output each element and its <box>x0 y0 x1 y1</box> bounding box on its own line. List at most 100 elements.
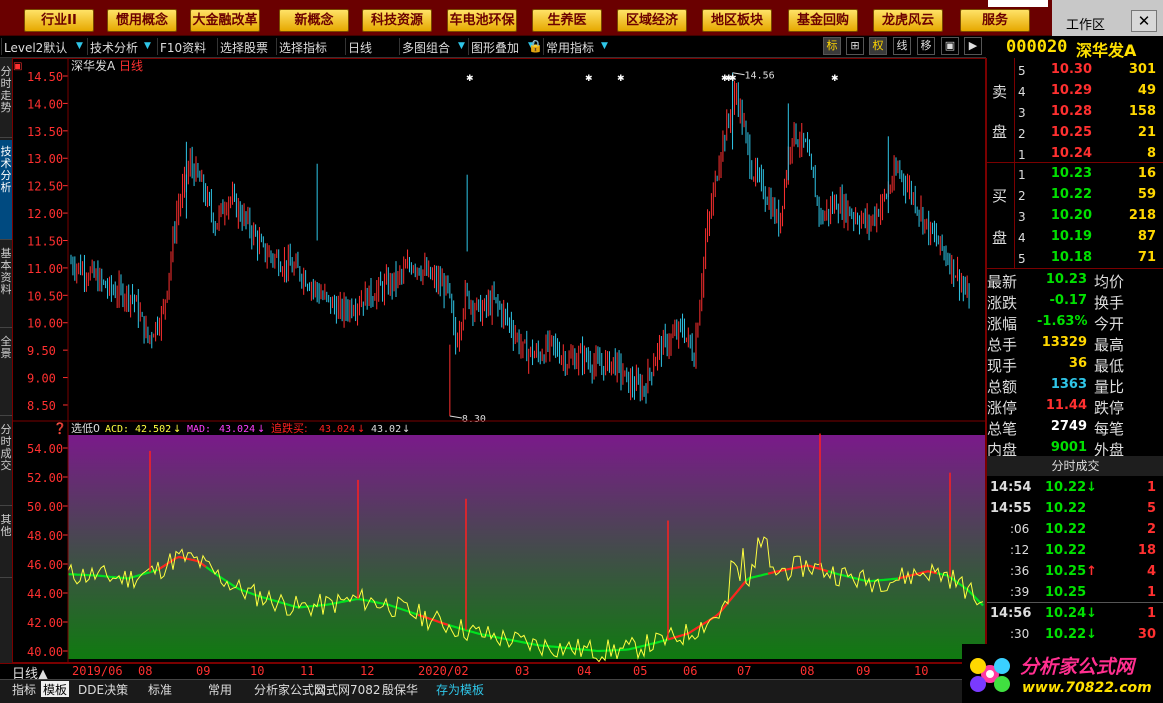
tick-volume: 1 <box>1146 480 1156 495</box>
event-marker-icon: ✱ <box>831 74 839 84</box>
sector-button-6[interactable]: 生养医 <box>532 9 602 32</box>
arrow-down-icon: ↓ <box>1086 627 1098 642</box>
lock-icon[interactable]: 🔒 <box>528 39 543 53</box>
sector-button-3[interactable]: 新概念 <box>279 9 349 32</box>
toolbar-item-0[interactable]: Level2默认 <box>4 39 67 56</box>
level-price: 10.19 <box>1050 229 1092 244</box>
toolbar-separator <box>399 38 400 55</box>
sector-button-10[interactable]: 龙虎风云 <box>873 9 943 32</box>
bottom-tab-0[interactable]: 指标 <box>12 681 36 697</box>
sector-button-0[interactable]: 行业II <box>24 9 94 32</box>
date-tick-label: 08 <box>138 664 153 678</box>
bottom-tab-8[interactable]: 存为模板 <box>436 681 484 697</box>
tick-volume: 18 <box>1137 543 1156 558</box>
toolbar-item-2[interactable]: F10资料 <box>160 39 206 56</box>
toolbar-tool-4[interactable]: 移 <box>917 37 935 55</box>
level-price: 10.18 <box>1050 250 1092 265</box>
indicator-help-icon[interactable]: ❓ <box>53 422 67 435</box>
toolbar-tool-1[interactable]: ⊞ <box>846 37 864 55</box>
toolbar-separator <box>217 38 218 55</box>
sector-button-2[interactable]: 大金融改革 <box>190 9 260 32</box>
sector-button-4[interactable]: 科技资源 <box>362 9 432 32</box>
tick-divider <box>987 602 1163 603</box>
bottom-tab-3[interactable]: 标准 <box>148 681 172 697</box>
toolbar-item-7[interactable]: 图形叠加 <box>471 39 519 56</box>
level-volume: 87 <box>1137 229 1156 244</box>
price-tick-label: 12.00 <box>27 207 63 221</box>
last-value: 43.02 <box>371 424 401 435</box>
stock-terminal-window: 工作区 ✕ Level2默认 ▼ 技术分析 ▼ F10资料 选择股票 选择指标 日线 多图组合 ▼… <box>0 0 1163 703</box>
tick-price: 10.24↓ <box>1045 606 1097 621</box>
quote-row: 涨跌 -0.17 换手 <box>987 291 1163 312</box>
price-tick-label: 13.00 <box>27 152 63 166</box>
tick-time: :06 <box>1010 522 1030 536</box>
sector-button-9[interactable]: 基金回购 <box>788 9 858 32</box>
left-tab-5[interactable]: 其他 <box>0 508 12 578</box>
toolbar-item-4[interactable]: 选择指标 <box>279 39 327 56</box>
quote-label-2: 量比 <box>1094 378 1125 396</box>
chart-canvas[interactable]: 14.50 14.00 13.50 13.00 12.50 12.00 11.50 11.00… <box>13 59 985 662</box>
toolbar-item-6[interactable]: 多图组合 <box>402 39 450 56</box>
toolbar-tool-5[interactable]: ▣ <box>941 37 959 55</box>
indicator-name: 选低0 <box>71 422 100 435</box>
dropdown-arrow-icon[interactable]: ▼ <box>76 41 83 51</box>
quote-label-2: 换手 <box>1094 294 1125 312</box>
workspace-label[interactable]: 工作区 <box>1066 14 1105 33</box>
left-tab-0[interactable]: 分时走势 <box>0 60 12 138</box>
price-tick-label: 9.50 <box>27 344 56 358</box>
toolbar-item-8[interactable]: 常用指标 <box>546 39 594 56</box>
toolbar-item-5[interactable]: 日线 <box>348 39 372 56</box>
level-number: 3 <box>1018 106 1026 120</box>
ticks-header-tab[interactable]: 分时成交 <box>987 456 1163 476</box>
quote-row: 涨停 11.44 跌停 <box>987 396 1163 417</box>
left-tab-4[interactable]: 分时成交 <box>0 418 12 506</box>
date-tick-label: 2019/06 <box>72 664 123 678</box>
tick-price-value: 10.22 <box>1045 480 1087 495</box>
quote-label: 涨停 <box>987 399 1018 417</box>
toolbar-tool-6[interactable]: ▶ <box>964 37 982 55</box>
date-tick-label: 05 <box>633 664 648 678</box>
price-annotations: 14.568.30✱ ✱ ✱ ✱✱✱ ✱ <box>449 71 839 425</box>
sector-button-11[interactable]: 服务 <box>960 9 1030 32</box>
toolbar-tool-3[interactable]: 线 <box>893 37 911 55</box>
sector-button-5[interactable]: 车电池环保 <box>447 9 517 32</box>
level-volume: 8 <box>1146 146 1156 161</box>
left-tab-3[interactable]: 全景 <box>0 330 12 416</box>
left-view-tabs: 分时走势技术分析基本资料全景分时成交其他 <box>0 58 12 663</box>
price-tick-label: 9.00 <box>27 372 56 386</box>
toolbar-tool-0[interactable]: 标 <box>823 37 841 55</box>
tick-row: 14:54 10.22↓ 1 <box>987 478 1163 499</box>
level-price: 10.30 <box>1050 62 1092 77</box>
bottom-tab-7[interactable]: 殷保华 <box>382 681 418 697</box>
dropdown-arrow-icon[interactable]: ▼ <box>458 41 465 51</box>
level-number: 4 <box>1018 85 1026 99</box>
tick-volume: 30 <box>1137 627 1156 642</box>
price-tick-label: 10.50 <box>27 289 63 303</box>
bottom-tab-1[interactable]: 模板 <box>41 681 70 697</box>
quote-value: 1363 <box>1050 377 1087 392</box>
level-volume: 301 <box>1128 62 1156 77</box>
toolbar-item-3[interactable]: 选择股票 <box>220 39 268 56</box>
bottom-tab-4[interactable]: 常用 <box>208 681 232 697</box>
toolbar-tool-2[interactable]: 权 <box>869 37 887 55</box>
level-number: 2 <box>1018 127 1026 141</box>
quote-row: 总手 13329 最高 <box>987 333 1163 354</box>
level-number: 2 <box>1018 189 1026 203</box>
left-tab-1[interactable]: 技术分析 <box>0 140 12 240</box>
sector-button-7[interactable]: 区域经济 <box>617 9 687 32</box>
toolbar-item-1[interactable]: 技术分析 <box>90 39 138 56</box>
buy-arrow: ↓ <box>357 424 365 435</box>
indicator-background <box>68 435 985 659</box>
level-price: 10.28 <box>1050 104 1092 119</box>
tick-price: 10.22 <box>1045 522 1097 537</box>
dropdown-arrow-icon[interactable]: ▼ <box>601 41 608 51</box>
bottom-tab-6[interactable]: 公式网7082 <box>314 681 381 697</box>
bottom-tab-2[interactable]: DDE决策 <box>78 681 128 697</box>
close-button[interactable]: ✕ <box>1131 10 1157 32</box>
left-tab-2[interactable]: 基本资料 <box>0 242 12 328</box>
sector-button-1[interactable]: 惯用概念 <box>107 9 177 32</box>
indicator-axis: 54.00 52.00 50.00 48.00 46.00 44.00 42.00 40.00… <box>27 422 68 659</box>
dropdown-arrow-icon[interactable]: ▼ <box>144 41 151 51</box>
main-chart-area[interactable]: 14.50 14.00 13.50 13.00 12.50 12.00 11.50 11.00… <box>12 58 986 663</box>
sector-button-8[interactable]: 地区板块 <box>702 9 772 32</box>
